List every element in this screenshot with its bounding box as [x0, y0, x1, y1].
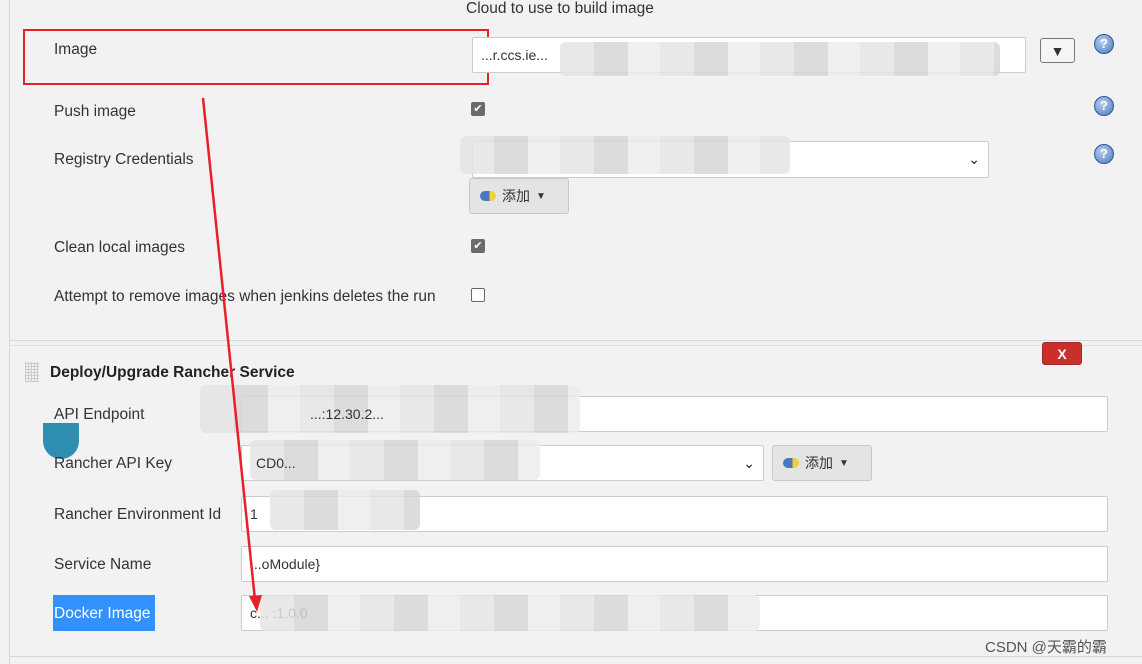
api-key-value: CD0... [256, 455, 296, 471]
watermark: CSDN @天霸的霸 [985, 639, 1107, 656]
annotation-arrow [201, 97, 262, 612]
api-endpoint-value: ...:12.30.2... [310, 406, 384, 422]
